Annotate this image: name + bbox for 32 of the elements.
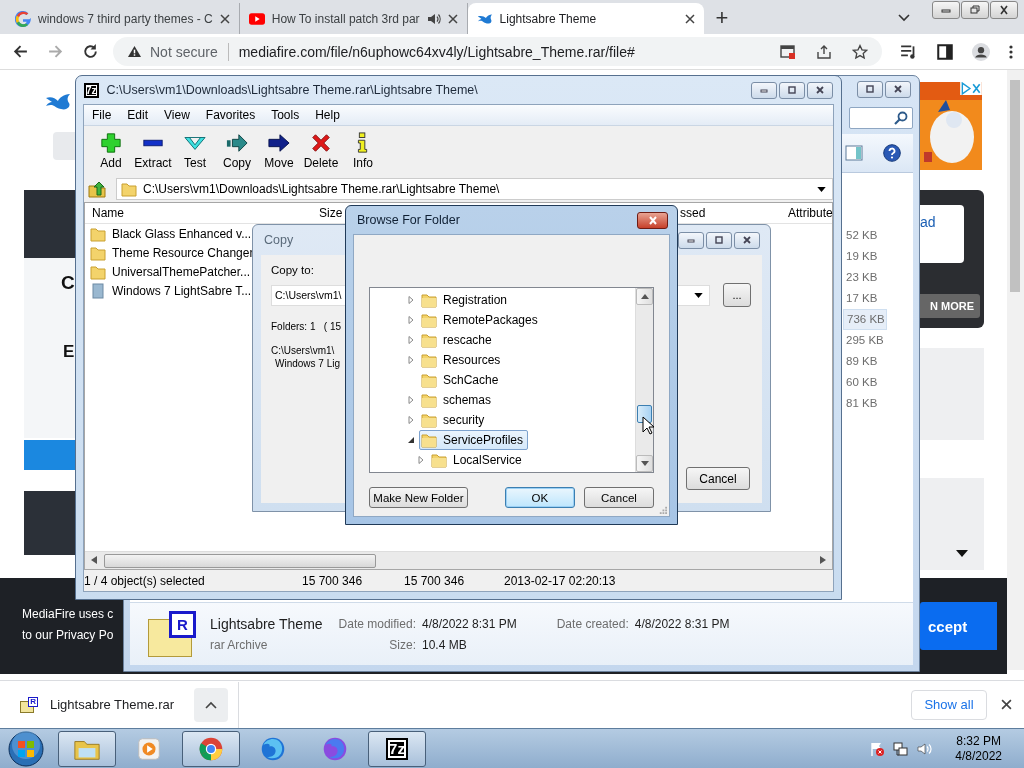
cookie-notice-text: MediaFire uses c to our Privacy Po: [22, 606, 114, 644]
field-label: Copy to:: [271, 264, 314, 276]
status-text: 15 700 346: [302, 574, 363, 588]
url-text: mediafire.com/file/n6uphowc64xv4ly/Lightsabre_Theme.rar/file#: [238, 43, 636, 60]
file-size: 89 KB: [845, 354, 879, 369]
file-type: rar Archive: [210, 638, 269, 652]
file-size: 23 KB: [845, 270, 879, 285]
file-size: 60 KB: [845, 375, 879, 390]
detail-label: Date created:: [556, 616, 629, 631]
folder-count: Folders: 1 ( 15: [271, 321, 342, 332]
dialog-title: Browse For Folder: [357, 213, 461, 227]
detail-value: 4/8/2022 8:31 PM: [421, 616, 517, 631]
status-text: 15 700 346: [404, 574, 465, 588]
file-size: 17 KB: [845, 291, 879, 306]
app-logo: 7z: [84, 82, 99, 98]
detail-label: Size:: [388, 637, 416, 652]
window-title: C:\Users\vm1\Downloads\Lightsabre Theme.rar\Lightsabre Theme\: [106, 83, 479, 97]
file-size: 736 KB: [843, 309, 887, 330]
file-size: 52 KB: [845, 228, 879, 243]
source-path: C:\Users\vm1\ Windows 7 Lig: [271, 344, 341, 370]
page-heading: E: [63, 342, 75, 362]
detail-value: 4/8/2022 8:31 PM: [634, 616, 730, 631]
file-size: 295 KB: [845, 333, 885, 348]
status-text: 2013-02-17 02:20:13: [504, 574, 616, 588]
file-size: 81 KB: [845, 396, 879, 411]
dialog-title: Copy: [264, 233, 295, 247]
detail-label: Date modified:: [338, 616, 416, 631]
file-name: Lightsabre Theme: [210, 616, 323, 632]
page-heading: C: [61, 272, 75, 294]
file-size: 19 KB: [845, 249, 879, 264]
status-text: 1 / 4 object(s) selected: [84, 574, 205, 588]
detail-value: 10.4 MB: [421, 637, 468, 652]
